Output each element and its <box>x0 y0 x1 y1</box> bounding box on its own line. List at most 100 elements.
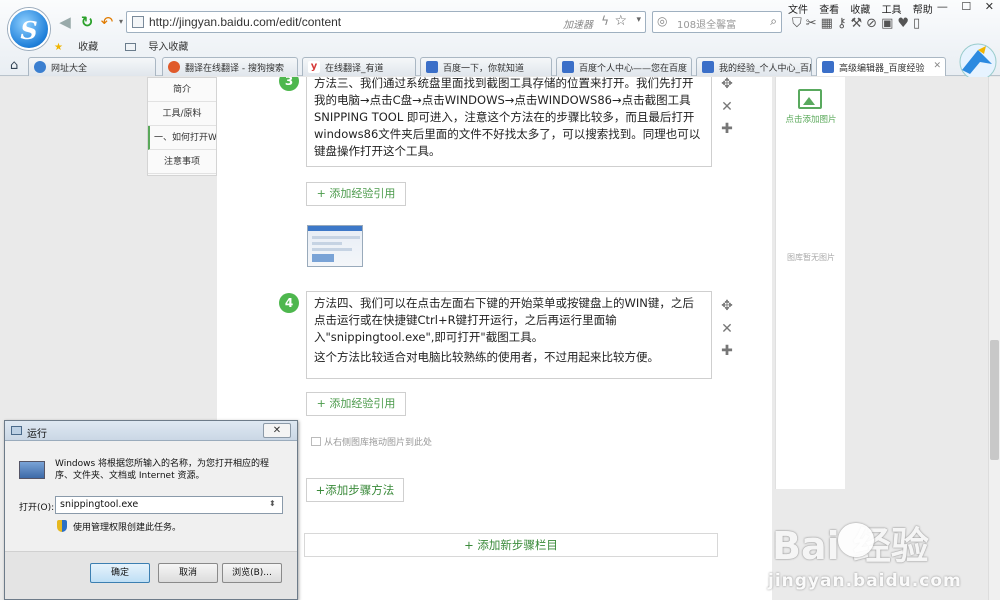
tab-favicon-icon <box>168 61 180 73</box>
run-dialog-titlebar[interactable]: 运行 ✕ <box>5 421 297 441</box>
tab-3[interactable]: 百度一下，你就知道 <box>420 57 552 76</box>
tab-favicon-icon: y <box>308 61 320 73</box>
admin-notice: 使用管理权限创建此任务。 <box>73 523 182 533</box>
close-window-icon[interactable]: ✕ <box>985 0 994 13</box>
sogou-bird-icon[interactable] <box>956 42 998 82</box>
grid-icon[interactable]: ▦ <box>821 16 837 31</box>
add-icon[interactable]: ✚ <box>719 118 735 140</box>
home-icon[interactable]: ⌂ <box>10 58 18 73</box>
outline-item-how-to-open[interactable]: 一、如何打开Win <box>148 126 216 150</box>
wrench-icon[interactable]: ⚒ <box>851 16 867 31</box>
run-dialog: 运行 ✕ Windows 将根据您所输入的名称，为您打开相应的程序、文件夹、文档… <box>4 420 298 600</box>
page-icon <box>132 16 144 28</box>
search-input[interactable]: 108退全馨富 <box>677 16 736 31</box>
step-number-4: 4 <box>279 293 299 313</box>
open-label: 打开(O): <box>19 503 55 513</box>
step-3-content[interactable]: 方法三、我们通过系统盘里面找到截图工具存储的位置来打开。我们先打开我的电脑→点击… <box>306 77 712 167</box>
menu-view[interactable]: 查看 <box>819 5 839 16</box>
add-picture-link[interactable]: 点击添加图片 <box>776 113 846 125</box>
lightning-icon[interactable]: ϟ <box>601 14 609 28</box>
tab-4[interactable]: 百度个人中心——您在百度 <box>556 57 692 76</box>
tab-0[interactable]: 网址大全 <box>28 57 156 76</box>
image-placeholder-icon <box>311 437 321 446</box>
run-description: Windows 将根据您所输入的名称，为您打开相应的程序、文件夹、文档或 Int… <box>55 459 270 481</box>
outline-item-tools[interactable]: 工具/原料 <box>148 102 216 126</box>
browser-chrome: S ◀ ↻ ↶ ▾ http://jingyan.baidu.com/edit/… <box>0 0 1000 81</box>
delete-icon[interactable]: ✕ <box>719 96 735 118</box>
tab-favicon-icon <box>822 61 834 73</box>
tab-2[interactable]: y 在线翻译_有道 <box>302 57 416 76</box>
scrollbar-thumb[interactable] <box>990 340 999 460</box>
delete-icon[interactable]: ✕ <box>719 318 735 340</box>
step-number-3: 3 <box>279 77 299 91</box>
open-dropdown-icon[interactable]: ⬍ <box>269 499 276 508</box>
star-icon[interactable]: ☆ <box>614 13 627 29</box>
tab-favicon-icon <box>562 61 574 73</box>
refresh-icon[interactable]: ↻ <box>78 13 96 31</box>
uac-shield-icon <box>57 520 67 532</box>
bookmark-import[interactable]: 导入收藏 <box>125 42 200 53</box>
tab-5[interactable]: 我的经验_个人中心_百度经验 <box>696 57 812 76</box>
search-box[interactable]: ◎ 108退全馨富 ⌕ <box>652 11 782 33</box>
ok-button[interactable]: 确定 <box>90 563 150 583</box>
move-icon[interactable]: ✥ <box>719 295 735 317</box>
add-reference-button[interactable]: + 添加经验引用 <box>306 392 406 416</box>
minimize-icon[interactable]: — <box>937 0 948 13</box>
move-icon[interactable]: ✥ <box>719 77 735 95</box>
add-icon[interactable]: ✚ <box>719 340 735 362</box>
tab-favicon-icon <box>34 61 46 73</box>
menu-favorites[interactable]: 收藏 <box>850 5 870 16</box>
step-4-extra[interactable]: 这个方法比较适合对电脑比较熟练的使用者，不过用起来比较方便。 <box>314 349 704 366</box>
outline-item-notes[interactable]: 注意事项 <box>148 150 216 174</box>
bookmark-favorites[interactable]: ★ 收藏 <box>54 42 110 53</box>
baidu-watermark: Bai 经验 jingyan.baidu.com <box>768 487 988 600</box>
add-step-method-button[interactable]: +添加步骤方法 <box>306 478 404 502</box>
run-window-icon <box>11 426 22 435</box>
search-icon[interactable]: ⌕ <box>770 14 777 29</box>
page-scrollbar[interactable] <box>988 77 1000 600</box>
add-picture-icon[interactable] <box>798 89 822 109</box>
accelerator-label[interactable]: 加速器 <box>563 16 593 31</box>
screenshot-thumbnail[interactable] <box>307 225 363 267</box>
image-icon[interactable]: ▣ <box>881 16 897 31</box>
dialog-close-button[interactable]: ✕ <box>263 423 291 438</box>
cancel-button[interactable]: 取消 <box>158 563 218 583</box>
window-controls: — ☐ ✕ <box>927 0 994 13</box>
maximize-icon[interactable]: ☐ <box>961 0 971 13</box>
heart-icon[interactable]: ♥ <box>897 16 913 31</box>
address-dropdown-icon[interactable]: ▾ <box>636 15 641 25</box>
block-icon[interactable]: ⊘ <box>866 16 881 31</box>
tablet-icon[interactable]: ▯ <box>913 16 924 31</box>
tab-favicon-icon <box>702 61 714 73</box>
menu-file[interactable]: 文件 <box>788 5 808 16</box>
tab-6-active[interactable]: 高级编辑器_百度经验 ✕ <box>816 57 946 76</box>
watermark-url: jingyan.baidu.com <box>768 571 962 591</box>
editor-main: 3 方法三、我们通过系统盘里面找到截图工具存储的位置来打开。我们先打开我的电脑→… <box>217 77 772 600</box>
add-new-section-button[interactable]: + 添加新步骤栏目 <box>304 533 718 557</box>
key-icon[interactable]: ⚷ <box>837 16 851 31</box>
step-3-text[interactable]: 方法三、我们通过系统盘里面找到截图工具存储的位置来打开。我们先打开我的电脑→点击… <box>314 77 700 158</box>
image-drop-zone[interactable]: 从右侧图库拖动图片到此处 <box>311 435 432 448</box>
menu-tools[interactable]: 工具 <box>882 5 902 16</box>
back-arrow-icon[interactable]: ◀ <box>56 13 74 31</box>
add-reference-button[interactable]: + 添加经验引用 <box>306 182 406 206</box>
search-engine-icon[interactable]: ◎ <box>657 14 667 28</box>
favorites-star-icon: ★ <box>54 42 63 53</box>
address-url[interactable]: http://jingyan.baidu.com/edit/content <box>149 15 341 29</box>
outline-item-intro[interactable]: 简介 <box>148 78 216 102</box>
shield-icon[interactable]: ⛉ <box>792 16 806 31</box>
step-4-text[interactable]: 方法四、我们可以在点击左面右下键的开始菜单或按键盘上的WIN键，之后点击运行或在… <box>314 295 704 346</box>
outline-nav: 简介 工具/原料 一、如何打开Win 注意事项 <box>147 77 217 176</box>
toolbar-icons: ⛉✂▦⚷⚒⊘▣♥▯ <box>792 16 924 31</box>
step-4-content[interactable]: 方法四、我们可以在点击左面右下键的开始菜单或按键盘上的WIN键，之后点击运行或在… <box>306 291 712 379</box>
scissors-icon[interactable]: ✂ <box>806 16 821 31</box>
browse-button[interactable]: 浏览(B)... <box>222 563 282 583</box>
tab-close-icon[interactable]: ✕ <box>933 61 941 71</box>
tab-1[interactable]: 翻译在线翻译 - 搜狗搜索 <box>162 57 298 76</box>
menu-bar: 文件 查看 收藏 工具 帮助 <box>788 1 941 16</box>
address-bar[interactable]: http://jingyan.baidu.com/edit/content 加速… <box>126 11 646 33</box>
open-input[interactable]: snippingtool.exe <box>55 496 283 514</box>
browser-logo-icon[interactable]: S <box>8 8 50 50</box>
image-library-panel: 点击添加图片 图库暂无图片 <box>775 77 845 489</box>
tab-favicon-icon <box>426 61 438 73</box>
